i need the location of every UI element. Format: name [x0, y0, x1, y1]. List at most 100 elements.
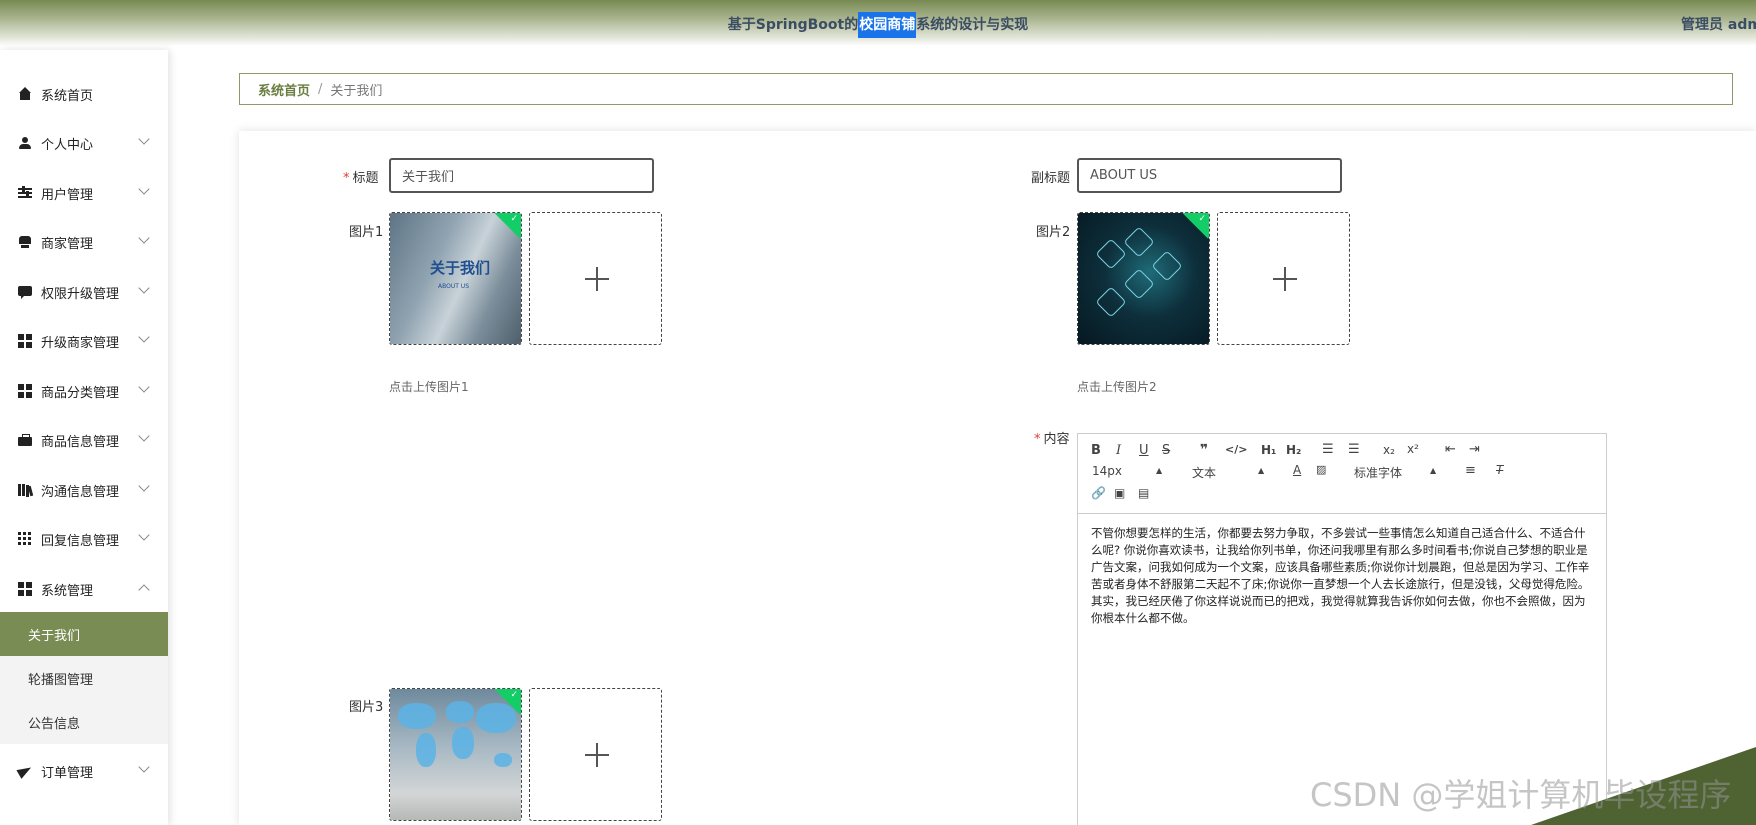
- font-family-select[interactable]: 标准字体 ▲: [1354, 464, 1444, 481]
- watermark: CSDN @学姐计算机毕设程序: [1310, 776, 1732, 814]
- background-color-icon[interactable]: ▨: [1316, 463, 1326, 476]
- chat-icon: [18, 285, 32, 299]
- sidebar-item-label: 商家管理: [41, 236, 94, 252]
- sidebar-subitem-carousel[interactable]: 轮播图管理: [0, 656, 168, 700]
- chevron-down-icon: [138, 331, 150, 343]
- font-family-value: 标准字体: [1354, 466, 1403, 480]
- user-icon: [18, 136, 32, 150]
- app-title-prefix: 基于SpringBoot的: [727, 17, 859, 33]
- link-icon[interactable]: 🔗: [1091, 486, 1106, 500]
- sidebar-item-merchant-management[interactable]: 商家管理: [0, 217, 168, 267]
- image2-thumbnail[interactable]: ✓: [1077, 212, 1210, 345]
- sidebar-item-reply[interactable]: 回复信息管理: [0, 514, 168, 564]
- italic-button[interactable]: I: [1116, 443, 1121, 458]
- sidebar-item-product-category[interactable]: 商品分类管理: [0, 366, 168, 416]
- editor-content-area[interactable]: 不管你想要怎样的生活，你都要去努力争取，不多尝试一些事情怎么知道自己适合什么、不…: [1078, 514, 1606, 638]
- sidebar-item-label: 权限升级管理: [41, 286, 120, 302]
- chevron-up-icon: [138, 584, 150, 596]
- sidebar-item-label: 订单管理: [41, 765, 94, 781]
- app-title-suffix: 系统的设计与实现: [916, 17, 1029, 33]
- clear-format-icon[interactable]: T: [1496, 463, 1503, 477]
- sidebar-subitem-announcement[interactable]: 公告信息: [0, 700, 168, 744]
- paper-plane-icon: [18, 764, 32, 778]
- code-block-icon[interactable]: </>: [1225, 443, 1247, 456]
- subtitle-input[interactable]: ABOUT US: [1077, 158, 1342, 193]
- sliders-icon: [18, 186, 32, 200]
- outdent-icon[interactable]: ⇤: [1445, 442, 1456, 457]
- align-icon[interactable]: ≡: [1465, 463, 1476, 478]
- breadcrumb-separator: /: [318, 81, 323, 97]
- underline-button[interactable]: U: [1139, 443, 1149, 458]
- sidebar-item-product-info[interactable]: 商品信息管理: [0, 415, 168, 465]
- admin-user-menu[interactable]: 管理员 adm: [1681, 14, 1756, 34]
- title-input[interactable]: 关于我们: [389, 158, 654, 193]
- font-color-icon[interactable]: A: [1293, 463, 1301, 477]
- subtitle-label: 副标题: [1031, 171, 1071, 186]
- sidebar-item-label: 个人中心: [41, 137, 94, 153]
- grid-icon: [18, 334, 32, 348]
- heading1-button[interactable]: H₁: [1261, 443, 1276, 457]
- title-label: * 标题: [343, 167, 379, 186]
- grid-icon: [18, 582, 32, 596]
- sidebar-item-personal-center[interactable]: 个人中心: [0, 118, 168, 168]
- subscript-button[interactable]: x₂: [1383, 443, 1395, 457]
- chevron-down-icon: [138, 232, 150, 244]
- sidebar-item-order-management[interactable]: 订单管理: [0, 746, 168, 796]
- sidebar-item-label: 用户管理: [41, 187, 94, 203]
- about-us-form: * 标题 关于我们 副标题 ABOUT US 图片1 关于我们 ABOUT US …: [239, 131, 1756, 825]
- image1-upload-button[interactable]: [529, 212, 662, 345]
- sidebar-item-label: 回复信息管理: [41, 533, 120, 549]
- indent-icon[interactable]: ⇥: [1469, 442, 1480, 457]
- grid-icon: [18, 384, 32, 398]
- tech-network-image: [1078, 213, 1209, 344]
- top-header: 基于SpringBoot的校园商铺系统的设计与实现 管理员 adm: [0, 0, 1756, 46]
- breadcrumb-current: 关于我们: [330, 83, 383, 99]
- select-arrows-icon: ▲: [1156, 466, 1163, 475]
- chevron-down-icon: [138, 761, 150, 773]
- select-arrows-icon: ▲: [1258, 466, 1265, 475]
- strikethrough-button[interactable]: S: [1162, 443, 1170, 458]
- breadcrumb-home-link[interactable]: 系统首页: [258, 80, 310, 99]
- heading2-button[interactable]: H₂: [1286, 443, 1301, 457]
- bold-button[interactable]: B: [1091, 443, 1101, 458]
- check-icon: ✓: [510, 214, 518, 224]
- image1-label: 图片1: [349, 225, 384, 240]
- image3-thumbnail[interactable]: ✓: [389, 688, 522, 821]
- image2-label: 图片2: [1036, 225, 1071, 240]
- ordered-list-icon[interactable]: ☰: [1322, 442, 1334, 457]
- image-icon[interactable]: ▣: [1114, 486, 1125, 500]
- sidebar-item-label: 系统首页: [41, 88, 94, 104]
- sidebar-item-user-management[interactable]: 用户管理: [0, 168, 168, 218]
- home-icon: [18, 87, 32, 101]
- superscript-button[interactable]: x²: [1407, 442, 1419, 456]
- text-style-select[interactable]: 文本 ▲: [1192, 464, 1272, 481]
- chevron-down-icon: [138, 282, 150, 294]
- building-image: 关于我们 ABOUT US: [390, 213, 521, 344]
- sidebar-item-permission-upgrade[interactable]: 权限升级管理: [0, 267, 168, 317]
- text-style-value: 文本: [1192, 466, 1217, 480]
- image2-upload-button[interactable]: [1217, 212, 1350, 345]
- sidebar-item-communication[interactable]: 沟通信息管理: [0, 465, 168, 515]
- editor-toolbar: B I U S ❞ </> H₁ H₂ ☰ ☰ x₂ x² ⇤ ⇥ 14px ▲ …: [1078, 434, 1606, 514]
- briefcase-icon: [18, 433, 32, 447]
- chevron-down-icon: [138, 430, 150, 442]
- sidebar-item-label: 系统管理: [41, 583, 94, 599]
- chevron-down-icon: [138, 183, 150, 195]
- sidebar-item-label: 升级商家管理: [41, 335, 120, 351]
- image1-upload-hint: 点击上传图片1: [389, 380, 469, 394]
- video-icon[interactable]: ▤: [1138, 486, 1149, 500]
- font-size-value: 14px: [1092, 464, 1122, 478]
- sidebar-subitem-about-us[interactable]: 关于我们: [0, 612, 168, 656]
- image1-thumbnail[interactable]: 关于我们 ABOUT US ✓: [389, 212, 522, 345]
- bullet-list-icon[interactable]: ☰: [1348, 442, 1360, 457]
- sidebar-item-home[interactable]: 系统首页: [0, 69, 168, 119]
- chevron-down-icon: [138, 133, 150, 145]
- image3-upload-button[interactable]: [529, 688, 662, 821]
- font-size-select[interactable]: 14px ▲: [1092, 464, 1172, 478]
- sidebar-item-system-management[interactable]: 系统管理: [0, 564, 168, 614]
- content-label: * 内容: [1034, 428, 1070, 447]
- blockquote-icon[interactable]: ❞: [1200, 442, 1208, 458]
- sidebar: 系统首页 个人中心 用户管理 商家管理 权限升级管理 升级商家管理 商品分类管理…: [0, 50, 168, 825]
- sidebar-item-upgrade-merchant[interactable]: 升级商家管理: [0, 316, 168, 366]
- store-icon: [18, 235, 32, 249]
